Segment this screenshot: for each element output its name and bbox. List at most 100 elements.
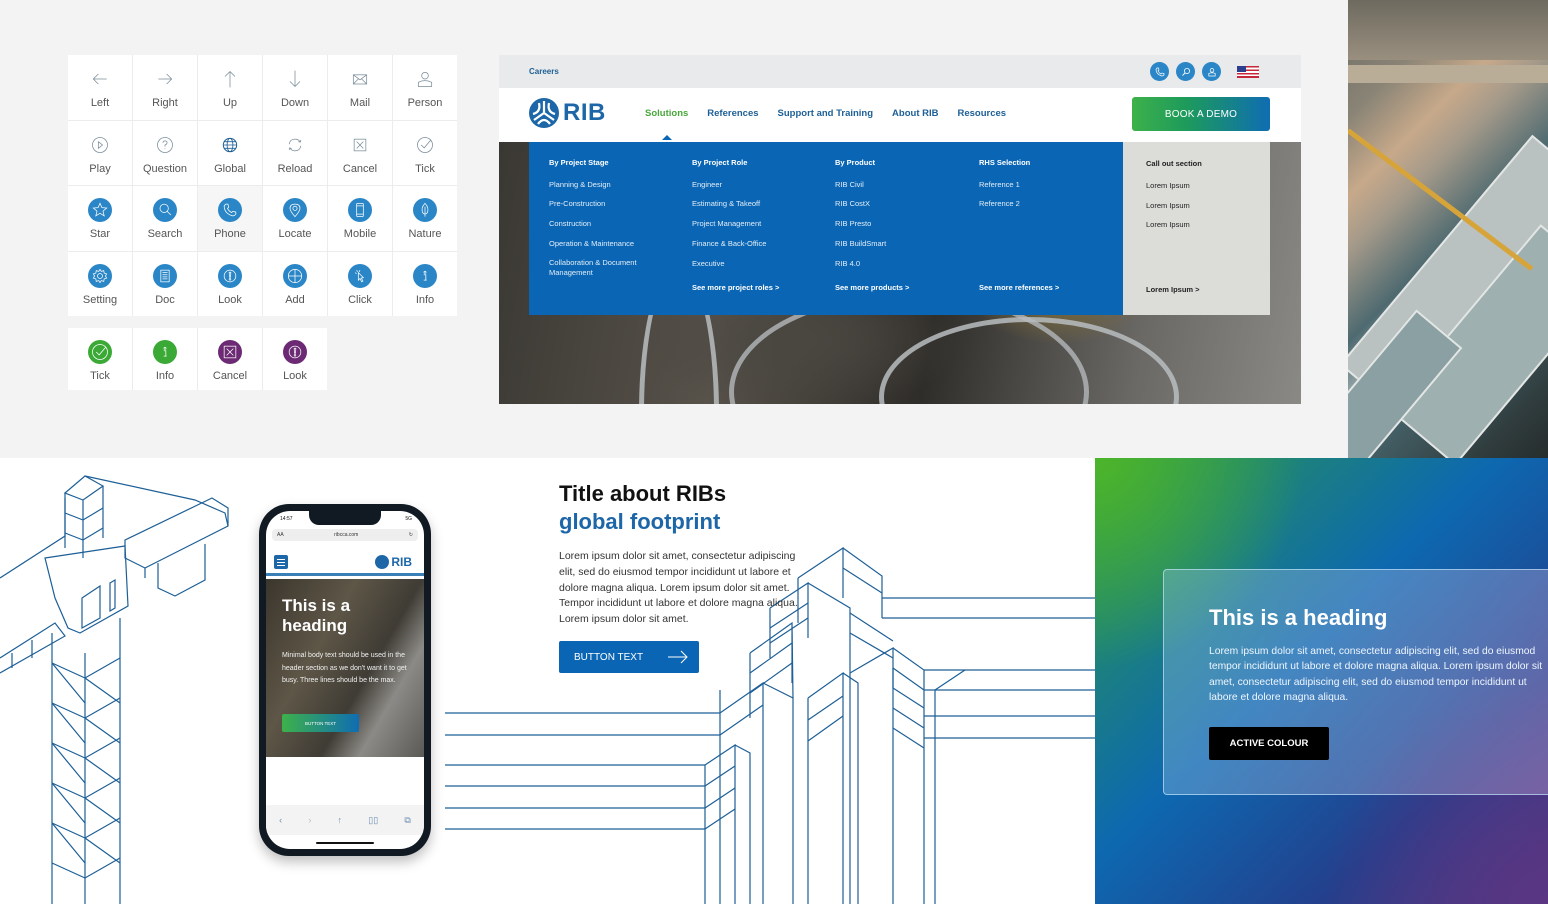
icon-library-grid: Left Right Up Down Mail Person Play Question Glo… <box>68 55 457 316</box>
bookmarks-icon[interactable]: ▯▯ <box>368 815 378 826</box>
share-icon[interactable]: ↑ <box>338 815 343 825</box>
icon-tile-left[interactable]: Left <box>68 55 132 120</box>
icon-tile-right[interactable]: Right <box>133 55 197 120</box>
menu-item[interactable]: Finance & Back-Office <box>692 240 822 248</box>
forward-icon[interactable]: › <box>308 815 311 825</box>
see-more-roles-link[interactable]: See more project roles > <box>692 284 779 292</box>
menu-item[interactable]: Construction <box>549 220 669 228</box>
menu-item[interactable]: Reference 2 <box>979 200 1109 208</box>
arrow-right-icon <box>153 67 177 91</box>
icon-tile-label: Search <box>147 228 183 240</box>
icon-tile-setting[interactable]: Setting <box>68 251 132 316</box>
icon-tile-doc[interactable]: Doc <box>133 251 197 316</box>
icon-tile-search[interactable]: Search <box>133 186 197 251</box>
browser-url-bar[interactable]: AA ribcca.com ↻ <box>272 529 418 541</box>
menu-item[interactable]: Collaboration & Document Management <box>549 258 669 278</box>
icon-tile-cancel[interactable]: Cancel <box>328 120 392 185</box>
menu-item[interactable]: RIB 4.0 <box>835 260 965 268</box>
icon-tile-question[interactable]: Question <box>133 120 197 185</box>
icon-tile-tick[interactable]: Tick <box>68 328 132 390</box>
icon-tile-look[interactable]: Look <box>263 328 327 390</box>
icon-tile-star[interactable]: Star <box>68 186 132 251</box>
phone-icon[interactable] <box>1150 62 1169 81</box>
menu-item[interactable]: RIB CostX <box>835 200 965 208</box>
nav-references[interactable]: References <box>707 108 758 119</box>
arrow-down-icon <box>283 67 307 91</box>
callout-item[interactable]: Lorem Ipsum <box>1146 181 1190 190</box>
status-icon-grid: Tick Info Cancel Look <box>68 328 327 390</box>
arrow-up-icon <box>218 67 242 91</box>
icon-tile-locate[interactable]: Locate <box>263 186 327 251</box>
menu-item[interactable]: Executive <box>692 260 822 268</box>
feature-cta-button[interactable]: BUTTON TEXT <box>559 641 699 673</box>
reader-mode-button[interactable]: AA <box>277 532 284 538</box>
menu-item[interactable]: Engineer <box>692 180 822 189</box>
icon-tile-cancel[interactable]: Cancel <box>198 328 262 390</box>
icon-tile-play[interactable]: Play <box>68 120 132 185</box>
menu-item[interactable]: Project Management <box>692 220 822 228</box>
menu-col-project-stage: By Project Stage Planning & Design Pre-C… <box>549 159 669 290</box>
mega-menu: By Project Stage Planning & Design Pre-C… <box>529 142 1123 315</box>
see-more-products-link[interactable]: See more products > <box>835 284 909 292</box>
menu-item[interactable]: Estimating & Takeoff <box>692 200 822 208</box>
callout-more-link[interactable]: Lorem Ipsum > <box>1146 285 1200 294</box>
mobile-hero-button[interactable]: BUTTON TEXT <box>282 714 359 732</box>
icon-tile-label: Setting <box>82 293 118 306</box>
reload-icon[interactable]: ↻ <box>409 532 413 538</box>
icon-tile-person[interactable]: Person <box>393 55 457 120</box>
icon-tile-info[interactable]: Info <box>393 251 457 316</box>
mobile-hero-heading: This is a heading <box>282 596 351 636</box>
rib-logo[interactable]: RIB <box>375 555 412 569</box>
icon-tile-add[interactable]: Add <box>263 251 327 316</box>
menu-item[interactable]: Operation & Maintenance <box>549 240 669 248</box>
search-icon[interactable] <box>1176 62 1195 81</box>
hamburger-menu-icon[interactable] <box>274 555 288 569</box>
icon-tile-info[interactable]: Info <box>133 328 197 390</box>
nav-support-training[interactable]: Support and Training <box>778 108 874 119</box>
icon-tile-look[interactable]: Look <box>198 251 262 316</box>
icon-tile-mobile[interactable]: Mobile <box>328 186 392 251</box>
menu-item[interactable]: RIB BuildSmart <box>835 240 965 248</box>
icon-tile-reload[interactable]: Reload <box>263 120 327 185</box>
book-demo-button[interactable]: BOOK A DEMO <box>1132 97 1270 131</box>
url-text: ribcca.com <box>334 532 359 538</box>
icon-tile-label: Mail <box>349 97 371 109</box>
arrow-right-icon <box>668 650 688 664</box>
menu-item[interactable]: RIB Presto <box>835 220 965 228</box>
menu-item[interactable]: RIB Civil <box>835 180 965 189</box>
person-icon[interactable] <box>1202 62 1221 81</box>
icon-tile-phone[interactable]: Phone <box>198 186 262 251</box>
menu-col-heading: RHS Selection <box>979 158 1031 167</box>
nav-resources[interactable]: Resources <box>957 108 1006 119</box>
menu-item[interactable]: Planning & Design <box>549 180 669 189</box>
status-signal: 5G <box>405 516 412 522</box>
add-icon <box>283 263 307 288</box>
icon-tile-nature[interactable]: Nature <box>393 186 457 251</box>
us-flag-icon[interactable] <box>1237 65 1259 78</box>
menu-col-project-role: By Project Role Engineer Estimating & Ta… <box>692 159 822 291</box>
icon-tile-up[interactable]: Up <box>198 55 262 120</box>
tabs-icon[interactable]: ⧉ <box>404 815 410 826</box>
callout-item[interactable]: Lorem Ipsum <box>1146 220 1190 229</box>
back-icon[interactable]: ‹ <box>279 815 282 825</box>
active-colour-button[interactable]: ACTIVE COLOUR <box>1209 727 1329 760</box>
icon-tile-global[interactable]: Global <box>198 120 262 185</box>
icon-tile-click[interactable]: Click <box>328 251 392 316</box>
glass-card-body: Lorem ipsum dolor sit amet, consectetur … <box>1209 644 1548 706</box>
body-line: amet, consectetur adipiscing elit, sed d… <box>1209 676 1527 688</box>
menu-item[interactable]: Pre-Construction <box>549 200 669 208</box>
feature-cta-label: BUTTON TEXT <box>574 651 644 663</box>
menu-item[interactable]: Reference 1 <box>979 180 1109 189</box>
rib-logo[interactable]: RIB <box>529 98 606 128</box>
arrow-left-icon <box>88 67 112 91</box>
careers-link[interactable]: Careers <box>529 67 559 76</box>
see-more-references-link[interactable]: See more references > <box>979 284 1059 292</box>
icon-tile-mail[interactable]: Mail <box>328 55 392 120</box>
callout-item[interactable]: Lorem Ipsum <box>1146 201 1190 210</box>
nav-solutions[interactable]: Solutions <box>645 108 688 140</box>
menu-col-product: By Product RIB Civil RIB CostX RIB Prest… <box>835 159 965 291</box>
icon-tile-tick[interactable]: Tick <box>393 120 457 185</box>
nav-about-rib[interactable]: About RIB <box>892 108 938 119</box>
icon-tile-down[interactable]: Down <box>263 55 327 120</box>
icon-tile-label: Add <box>285 293 305 306</box>
